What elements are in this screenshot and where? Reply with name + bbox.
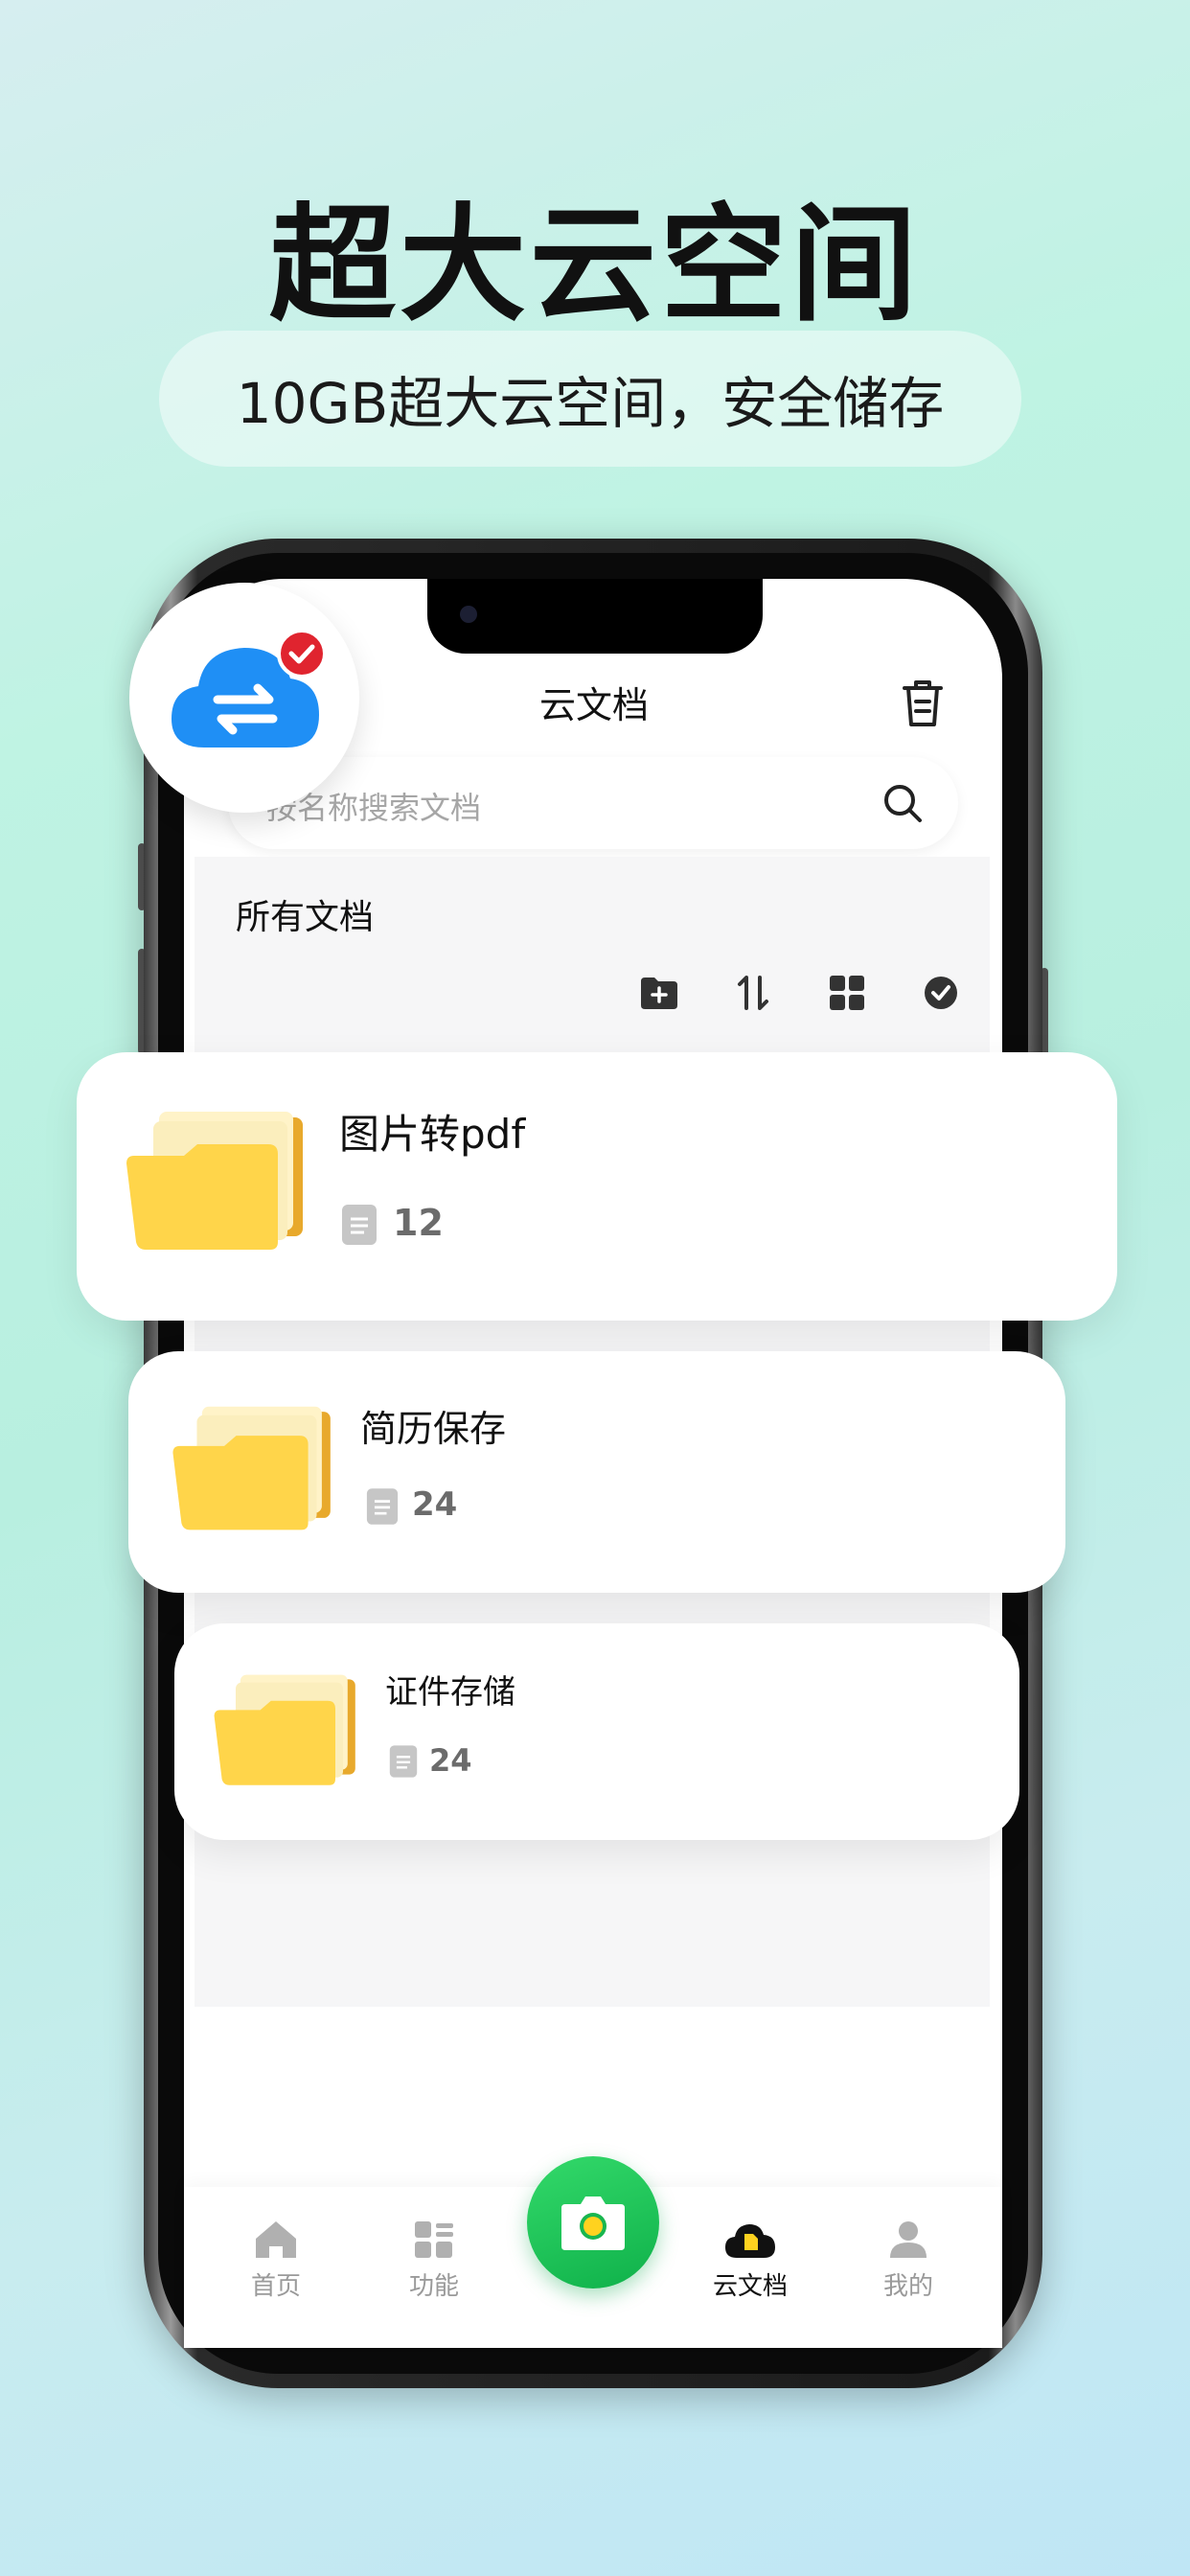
nav-mine[interactable]: 我的 — [851, 2220, 966, 2302]
folder-card[interactable]: 图片转pdf 12 — [77, 1052, 1117, 1321]
folder-icon — [126, 1112, 303, 1250]
user-icon — [890, 2221, 927, 2258]
file-count-icon — [342, 1205, 377, 1245]
folder-name: 证件存储 — [385, 1673, 515, 1712]
phone-notch — [427, 579, 763, 654]
file-count: 24 — [412, 1485, 458, 1524]
new-folder-icon[interactable] — [638, 972, 680, 1014]
home-icon — [256, 2221, 296, 2258]
sort-icon[interactable] — [732, 972, 774, 1014]
features-grid-icon — [415, 2221, 453, 2258]
folder-name: 图片转pdf — [339, 1111, 526, 1158]
section-label: 所有文档 — [236, 898, 375, 937]
folder-card[interactable]: 简历保存 24 — [128, 1351, 1065, 1593]
nav-features[interactable]: 功能 — [377, 2220, 492, 2302]
camera-icon — [561, 2196, 625, 2250]
folder-card[interactable]: 证件存储 24 — [174, 1623, 1019, 1840]
file-count-icon — [389, 1745, 418, 1778]
camera-scan-button[interactable] — [527, 2156, 659, 2288]
front-camera — [460, 606, 477, 623]
folder-icon — [214, 1674, 355, 1785]
search-icon[interactable] — [880, 780, 926, 826]
nav-cloud-docs[interactable]: 云文档 — [693, 2220, 808, 2302]
promo-subline: 10GB超大云空间，安全储存 — [236, 371, 945, 436]
cloud-sync-icon — [172, 629, 327, 748]
trash-icon[interactable] — [899, 677, 947, 730]
nav-home[interactable]: 首页 — [218, 2220, 333, 2302]
select-check-icon[interactable] — [920, 972, 962, 1014]
promo-headline: 超大云空间 — [269, 192, 921, 339]
nav-features-label: 功能 — [408, 2272, 459, 2301]
grid-view-icon[interactable] — [826, 972, 868, 1014]
file-count: 24 — [429, 1742, 472, 1779]
cloud-sync-badge — [129, 583, 359, 813]
nav-cloud-label: 云文档 — [712, 2272, 788, 2301]
file-count-icon — [366, 1488, 399, 1525]
cloud-doc-icon — [725, 2224, 775, 2258]
nav-mine-label: 我的 — [882, 2272, 933, 2301]
nav-home-label: 首页 — [250, 2272, 301, 2301]
folder-icon — [172, 1406, 331, 1530]
promo-subline-pill: 10GB超大云空间，安全储存 — [159, 331, 1021, 467]
page-title: 云文档 — [538, 684, 649, 726]
folder-name: 简历保存 — [360, 1408, 507, 1450]
file-count: 12 — [393, 1202, 444, 1244]
